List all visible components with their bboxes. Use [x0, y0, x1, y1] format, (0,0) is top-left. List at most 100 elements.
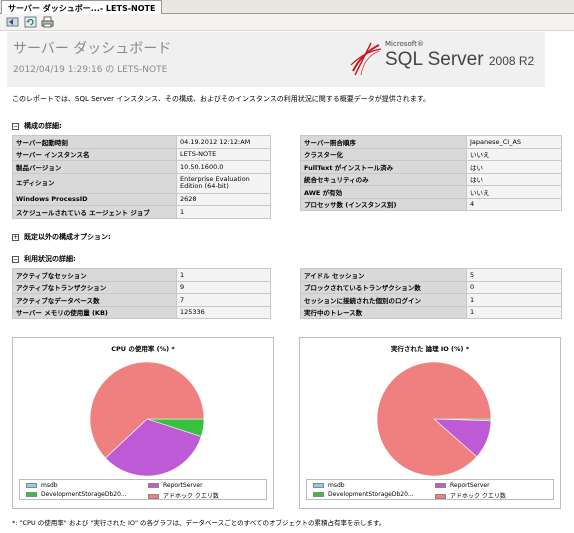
print-icon[interactable] [41, 16, 54, 28]
table-row: Windows ProcessID 2628 [12, 192, 271, 206]
report-timestamp: 2012/04/19 1:29:16 の LETS-NOTE [13, 65, 168, 75]
legend-label: アドホック クエリ数 [163, 493, 219, 500]
legend-swatch [148, 483, 159, 488]
chart-title: CPU の使用率 (%) * [111, 345, 175, 353]
table-row: セッションに接続された個別のログイン 1 [300, 293, 562, 307]
property-name: セッションに接続された個別のログイン [300, 293, 467, 307]
property-value: 1 [176, 205, 271, 219]
property-value: Enterprise Evaluation Edition (64-bit) [176, 172, 271, 194]
property-value: はい [466, 160, 562, 174]
property-name: サーバー インスタンス名 [12, 147, 177, 161]
usage-details-left-table: アクティブなセッション 1 アクティブなトランザクション 9 アクティブなデータベース数… [12, 268, 271, 319]
expand-toggle-icon[interactable]: + [12, 233, 19, 241]
property-value: Japanese_CI_AS [466, 135, 562, 149]
config-details-right-table: サーバー照合順序 Japanese_CI_AS クラスター化 いいえ FullText … [300, 135, 562, 211]
table-row: サーバー起動時刻 04.19.2012 12:12:AM [12, 135, 271, 149]
property-name: アイドル セッション [300, 268, 467, 282]
tab-server-dashboard[interactable]: サーバー ダッシュボー...- LETS-NOTE [1, 0, 163, 14]
legend-label: ReportServer [163, 482, 203, 489]
pie-slice-4[interactable] [376, 361, 492, 477]
collapse-toggle-icon[interactable]: − [12, 255, 19, 263]
chart-title: 実行された 論理 IO (%) * [390, 345, 470, 353]
cpu-usage-pie [89, 361, 205, 477]
legend-label: msdb [41, 482, 58, 489]
collapse-toggle-icon[interactable]: − [12, 122, 19, 130]
legend-item: DevelopmentStorageDb20... [26, 491, 127, 498]
section-nondefault-options[interactable]: + 既定以外の構成オプション: [12, 232, 111, 242]
property-name: エディション [12, 172, 177, 194]
legend-swatch [148, 494, 159, 499]
table-row: エディション Enterprise Evaluation Edition (64-… [12, 172, 271, 194]
property-value: 2628 [176, 192, 271, 206]
property-name: Windows ProcessID [12, 192, 177, 206]
table-row: AWE が有効 いいえ [300, 185, 562, 199]
legend-item: msdb [26, 482, 58, 489]
property-value: 4 [466, 197, 562, 211]
property-value: 04.19.2012 12:12:AM [176, 135, 271, 149]
property-name: AWE が有効 [300, 185, 467, 199]
table-row: プロセッサ数 (インスタンス別) 4 [300, 197, 562, 211]
table-row: 製品バージョン 10.50.1600.0 [12, 160, 271, 174]
legend-item: DevelopmentStorageDb20... [313, 491, 414, 498]
report-description: このレポートでは、SQL Server インスタンス、その構成、およびそのインス… [12, 95, 430, 103]
legend-item: アドホック クエリ数 [435, 491, 506, 500]
legend-swatch [313, 483, 324, 488]
property-value: 125336 [176, 305, 271, 319]
section-usage-details[interactable]: − 利用状況の詳細: [12, 254, 76, 264]
property-value: 1 [466, 305, 562, 319]
refresh-icon[interactable] [24, 16, 37, 28]
legend-label: DevelopmentStorageDb20... [41, 491, 127, 498]
legend-swatch [26, 483, 37, 488]
legend-item: アドホック クエリ数 [148, 491, 219, 500]
cpu-usage-chart: CPU の使用率 (%) * msdb ReportServer Developme… [12, 337, 274, 509]
property-value: 1 [466, 293, 562, 307]
legend-label: ReportServer [450, 482, 490, 489]
logical-io-chart: 実行された 論理 IO (%) * msdb ReportServer Develo… [299, 337, 561, 509]
legend-item: msdb [313, 482, 345, 489]
report-header: サーバー ダッシュボード 2012/04/19 1:29:16 の LETS-N… [7, 32, 545, 87]
property-name: アクティブなトランザクション [12, 280, 177, 294]
property-name: サーバー メモリの使用量 (KB) [12, 305, 177, 319]
chart-legend: msdb ReportServer DevelopmentStorageDb20..… [19, 479, 267, 500]
logical-io-pie [376, 361, 492, 477]
legend-swatch [313, 492, 324, 497]
footnote: *: "CPU の使用率" および "実行された IO" の各グラフは、データベ… [12, 519, 386, 527]
sql-server-logo-icon [350, 42, 382, 76]
chart-legend: msdb ReportServer DevelopmentStorageDb20..… [306, 479, 554, 500]
table-row: アクティブなデータベース数 7 [12, 293, 271, 307]
section-config-details[interactable]: − 構成の詳細: [12, 121, 62, 131]
legend-item: ReportServer [435, 482, 490, 489]
property-value: 1 [176, 268, 271, 282]
legend-swatch [26, 492, 37, 497]
table-row: FullText がインストール済み はい [300, 160, 562, 174]
property-value: LETS-NOTE [176, 147, 271, 161]
usage-details-right-table: アイドル セッション 5 ブロックされているトランザクション数 0 セッションに接続され… [300, 268, 562, 319]
config-details-left-table: サーバー起動時刻 04.19.2012 12:12:AM サーバー インスタンス名 L… [12, 135, 271, 219]
property-name: アクティブなデータベース数 [12, 293, 177, 307]
table-row: ブロックされているトランザクション数 0 [300, 280, 562, 294]
back-icon[interactable] [6, 16, 19, 28]
tab-bar: サーバー ダッシュボー...- LETS-NOTE [0, 0, 574, 14]
property-value: 7 [176, 293, 271, 307]
table-row: サーバー メモリの使用量 (KB) 125336 [12, 305, 271, 319]
property-value: 5 [466, 268, 562, 282]
property-value: 10.50.1600.0 [176, 160, 271, 174]
page-title: サーバー ダッシュボード [13, 41, 172, 57]
legend-label: アドホック クエリ数 [450, 493, 506, 500]
property-name: プロセッサ数 (インスタンス別) [300, 197, 467, 211]
property-name: 実行中のトレース数 [300, 305, 467, 319]
legend-swatch [435, 494, 446, 499]
table-row: アイドル セッション 5 [300, 268, 562, 282]
sql-server-logo: Microsoft® SQL Server 2008 R2 [349, 38, 549, 78]
legend-label: DevelopmentStorageDb20... [328, 491, 414, 498]
table-row: アクティブなセッション 1 [12, 268, 271, 282]
property-value: 0 [466, 280, 562, 294]
report-toolbar [0, 14, 574, 31]
property-name: クラスター化 [300, 147, 467, 161]
property-name: 製品バージョン [12, 160, 177, 174]
property-value: いいえ [466, 147, 562, 161]
property-name: スケジュールされている エージェント ジョブ [12, 205, 177, 219]
property-name: ブロックされているトランザクション数 [300, 280, 467, 294]
property-name: アクティブなセッション [12, 268, 177, 282]
property-name: サーバー照合順序 [300, 135, 467, 149]
